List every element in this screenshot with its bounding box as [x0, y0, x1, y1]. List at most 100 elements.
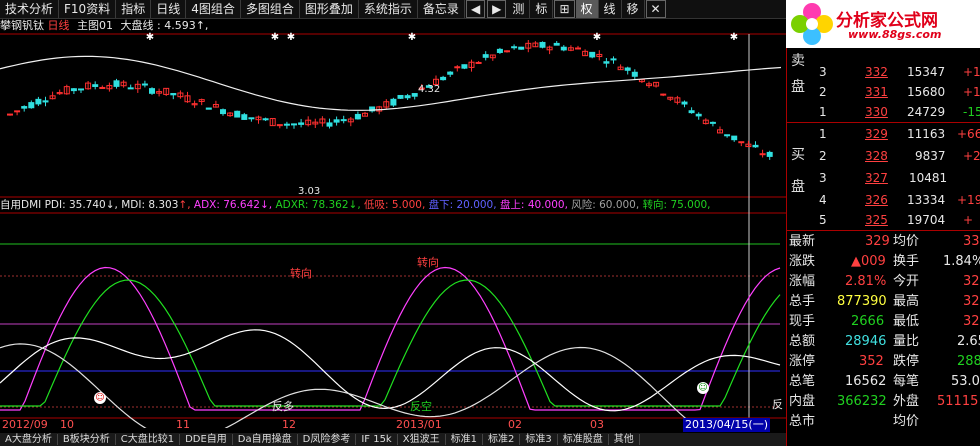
tab-other[interactable]: 其他: [608, 434, 640, 445]
toolbar-item-system[interactable]: 系统指示: [359, 0, 418, 18]
tab-compare[interactable]: C大盘比较1: [115, 434, 181, 445]
toolbar-item-measure[interactable]: 测: [507, 0, 531, 18]
candle-body: [631, 71, 638, 77]
toolbar-item-f10[interactable]: F10资料: [59, 0, 117, 18]
candle-body: [411, 93, 418, 97]
date-label: 2013/01: [396, 418, 442, 431]
date-label: 02: [508, 418, 522, 431]
candle-body: [766, 151, 773, 157]
candle-body: [539, 41, 546, 48]
candle-body: [14, 110, 21, 113]
sell-row: 1 330 24729 -15: [819, 105, 980, 119]
dmi-title: 自用DMI: [0, 199, 42, 211]
signal-label-long: 反多: [272, 400, 294, 413]
candle-body: [660, 93, 667, 96]
candle-body: [496, 48, 503, 53]
tab-standard-1[interactable]: 标准1: [445, 434, 483, 445]
toolbar-item-right[interactable]: 权: [575, 0, 599, 18]
flower-icon: [791, 3, 833, 45]
quote-row-inner: 内盘 366232 外盘 51115: [789, 394, 979, 409]
high-marker: 4.32: [418, 84, 441, 95]
candle-body: [397, 94, 404, 99]
date-label: 03: [590, 418, 604, 431]
tab-trading[interactable]: Da自用操盘: [232, 434, 298, 445]
chart-area[interactable]: ✱ ✱ ✱ ✱ ✱ ✱: [0, 18, 786, 428]
close-icon[interactable]: ✕: [645, 0, 666, 18]
candle-body: [340, 119, 347, 122]
arrow-left-icon[interactable]: ◀: [465, 0, 486, 18]
toolbar-item-daily[interactable]: 日线: [151, 0, 187, 18]
candle-body: [589, 51, 596, 58]
toolbar-item-indicator[interactable]: 指标: [116, 0, 152, 18]
date-axis: 2012/09 10 11 12 2013/01 02 03 2013/04/1…: [0, 418, 786, 432]
candle-body: [440, 76, 447, 81]
candle-body: [482, 54, 489, 58]
candle-body: [21, 106, 28, 109]
site-logo: 分析家公式网 www.88gs.com: [786, 0, 980, 48]
tab-standard-stock[interactable]: 标准股盘: [557, 434, 609, 445]
main-chart-label: 主图01: [77, 19, 113, 32]
candle-body: [42, 100, 49, 103]
toolbar-item-mark[interactable]: 标: [530, 0, 554, 18]
candle-body: [127, 87, 134, 90]
bottom-tabs: A大盘分析 B板块分析 C大盘比较1 DDE自用 Da自用操盘 D凤险参考 IF 15k X狙…: [0, 433, 786, 446]
dmi-line: [0, 343, 699, 428]
tab-standard-3[interactable]: 标准3: [520, 434, 558, 445]
candle-body: [298, 122, 305, 125]
dmi-info-bar: 自用DMI PDI: 35.740↓, MDI: 8.303↑, ADX: 76…: [0, 199, 711, 211]
candle-body: [688, 110, 695, 114]
dmi-pdi: PDI: 35.740: [44, 199, 106, 211]
candle-body: [390, 98, 397, 106]
toolbar-item-memo[interactable]: 备忘录: [418, 0, 465, 18]
candle-body: [326, 122, 333, 127]
candle-body: [404, 95, 411, 99]
grid-icon[interactable]: ⊞: [554, 0, 575, 18]
date-label: 10: [60, 418, 74, 431]
quote-row-volume: 总手 877390 最高 32: [789, 294, 980, 309]
buy-row: 23289837+25: [819, 149, 980, 163]
candle-body: [141, 83, 148, 86]
tab-wave[interactable]: X狙波王: [397, 434, 446, 445]
tab-risk[interactable]: D凤险参考: [297, 434, 357, 445]
candle-body: [262, 118, 269, 121]
candle-body: [475, 61, 482, 64]
tab-dde[interactable]: DDE自用: [180, 434, 233, 445]
toolbar-item-overlay[interactable]: 图形叠加: [300, 0, 359, 18]
candle-body: [731, 135, 738, 141]
candle-body: [518, 46, 525, 50]
period-label: 日线: [47, 19, 70, 32]
toolbar-item-4chart[interactable]: 4图组合: [186, 0, 241, 18]
dmi-adxr: ADXR: 78.362: [275, 199, 349, 211]
date-label: 12: [282, 418, 296, 431]
toolbar-item-line[interactable]: 线: [599, 0, 622, 18]
quote-row-trades: 总笔 16562 每笔 53.0: [789, 374, 980, 389]
quote-row-last: 最新 329 均价 33: [789, 234, 980, 249]
buy-row: 132911163+668: [819, 127, 980, 141]
toolbar-item-move[interactable]: 移: [622, 0, 645, 18]
candle-body: [333, 119, 340, 123]
toolbar-item-tech[interactable]: 技术分析: [0, 0, 60, 18]
signal-label-turn-2: 转向: [417, 256, 439, 269]
candle-body: [78, 88, 84, 91]
quote-panel: 卖盘 3 332 15347 +1 2 331 15680 +1 1 330 24729 -15 …: [786, 18, 980, 446]
candle-body: [283, 123, 290, 126]
stock-name: 攀钢钒钛: [0, 19, 44, 32]
candle-body: [724, 134, 731, 137]
toolbar-item-multichart[interactable]: 多图组合: [241, 0, 300, 18]
signal-label-short: 反空: [410, 400, 432, 413]
candle-body: [560, 46, 567, 51]
price-info-bar: 攀钢钒钛 日线 主图01 大盘线 : 4.593↑,: [0, 19, 209, 32]
quote-row-amount: 总额28946量比2.65: [789, 334, 980, 349]
dmi-adx: ADX: 76.642: [193, 199, 260, 211]
tab-market-analysis[interactable]: A大盘分析: [0, 434, 58, 445]
tab-sector[interactable]: B板块分析: [57, 434, 116, 445]
dmi-zhuanxiang: 转向: 75.000,: [642, 199, 711, 211]
arrow-right-icon[interactable]: ▶: [487, 0, 507, 18]
dmi-panshang: 盘上: 40.000: [499, 199, 565, 211]
candle-body: [624, 67, 631, 71]
tab-standard-2[interactable]: 标准2: [482, 434, 521, 445]
low-marker: 3.03: [298, 186, 321, 197]
buy-row: 5 325 19704 +: [819, 213, 974, 227]
dmi-fengxian: 风险: 60.000: [571, 199, 636, 211]
tab-if[interactable]: IF 15k: [356, 434, 398, 445]
